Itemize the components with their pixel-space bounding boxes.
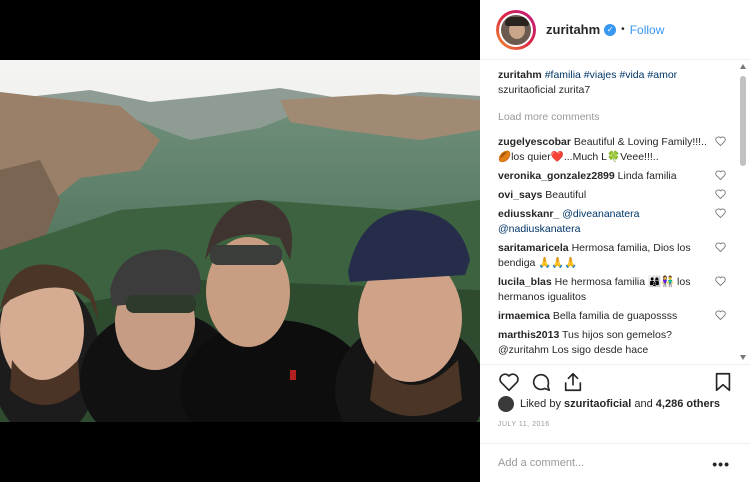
likes-conj: and (634, 398, 653, 410)
load-more-comments-button[interactable]: Load more comments (498, 110, 732, 125)
caption-username[interactable]: zuritahm (498, 69, 542, 81)
verified-badge-icon: ✓ (604, 23, 617, 36)
caption-hashtags[interactable]: #familia #viajes #vida #amor (545, 69, 677, 81)
comment-text: Bella familia de guapossss (552, 310, 678, 322)
comment-username[interactable]: lucila_blas (498, 276, 552, 288)
comment-like-heart-icon[interactable] (715, 310, 726, 320)
author-avatar[interactable] (496, 9, 536, 50)
share-icon[interactable] (562, 371, 584, 393)
likes-count[interactable]: 4,286 others (656, 398, 720, 410)
likes-prefix: Liked by (520, 398, 561, 410)
post-photo[interactable] (0, 60, 480, 422)
author-username[interactable]: zuritahm (546, 22, 600, 37)
photo-illustration (0, 60, 480, 422)
add-comment-bar: ••• (480, 443, 750, 482)
comments-list: zuritahm #familia #viajes #vida #amor sz… (498, 68, 732, 358)
liker-avatar[interactable] (498, 396, 514, 412)
comment-like-heart-icon[interactable] (715, 136, 726, 146)
more-options-icon[interactable]: ••• (712, 456, 730, 472)
comment-item: veronika_gonzalez2899 Linda familia (498, 169, 732, 184)
scroll-down-arrow-icon[interactable] (740, 355, 746, 360)
comment-item: saritamaricela Hermosa familia, Dios los… (498, 241, 732, 271)
comment-text: Beautiful (545, 189, 587, 201)
scroll-thumb[interactable] (740, 76, 746, 166)
comment-username[interactable]: saritamaricela (498, 242, 569, 254)
comment-like-heart-icon[interactable] (715, 276, 726, 286)
comment-item: ovi_says Beautiful (498, 188, 732, 203)
comment-username[interactable]: irmaemica (498, 310, 550, 322)
comment-item: irmaemica Bella familia de guapossss (498, 309, 732, 324)
post-header: zuritahm ✓ • Follow (480, 0, 750, 60)
scroll-up-arrow-icon[interactable] (740, 64, 746, 69)
comment-like-heart-icon[interactable] (715, 170, 726, 180)
comment-like-heart-icon[interactable] (715, 208, 726, 218)
comment-username[interactable]: ediusskanr_ (498, 208, 559, 220)
comment-username[interactable]: ovi_says (498, 189, 542, 201)
add-comment-input[interactable] (498, 457, 698, 469)
comment-username[interactable]: zugelyescobar (498, 136, 571, 148)
comment-username[interactable]: veronika_gonzalez2899 (498, 170, 615, 182)
caption: zuritahm #familia #viajes #vida #amor sz… (498, 68, 732, 98)
bookmark-icon[interactable] (712, 371, 734, 393)
comment-item: lucila_blas He hermosa familia 👨‍👩‍👦👫 lo… (498, 275, 732, 305)
comment-item: ediusskanr_ @diveananatera @nadiuskanate… (498, 207, 732, 237)
liker-username[interactable]: szuritaoficial (564, 398, 631, 410)
comment-icon[interactable] (530, 371, 552, 393)
comment-item: zugelyescobar Beautiful & Loving Family!… (498, 135, 732, 165)
comment-text: Linda familia (617, 170, 677, 182)
comment-like-heart-icon[interactable] (715, 189, 726, 199)
comment-username[interactable]: marthis2013 (498, 329, 559, 341)
caption-text: szuritaoficial zurita7 (498, 84, 591, 96)
comment-like-heart-icon[interactable] (715, 242, 726, 252)
avatar-image (499, 12, 533, 47)
follow-button[interactable]: Follow (630, 23, 665, 37)
heart-icon[interactable] (498, 371, 520, 393)
post-sidebar: zuritahm ✓ • Follow zuritahm #familia #v… (480, 0, 750, 482)
photo-pane (0, 0, 480, 482)
comment-item: marthis2013 Tus hijos son gemelos? @zuri… (498, 328, 732, 358)
post-date: JULY 11, 2016 (498, 421, 550, 428)
comments-scrollbar[interactable] (738, 64, 748, 360)
likes-summary: Liked by szuritaoficial and 4,286 others (498, 396, 720, 412)
separator-dot: • (621, 24, 625, 35)
action-bar (480, 364, 750, 396)
